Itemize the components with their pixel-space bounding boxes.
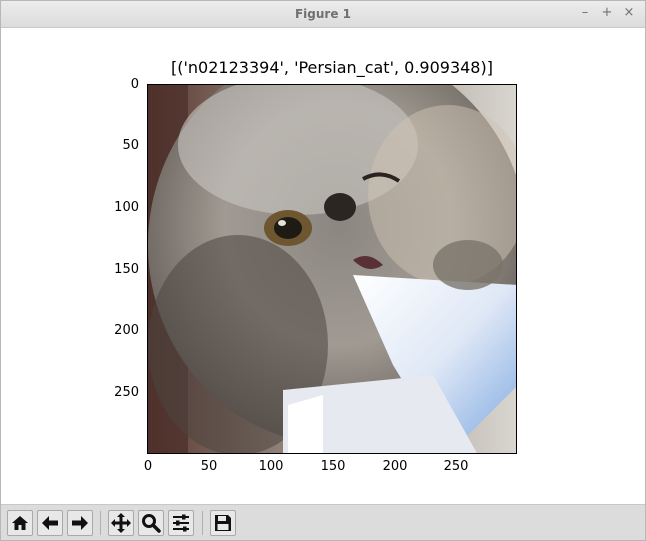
title-bar[interactable]: Figure 1 – + × (1, 1, 645, 28)
toolbar-separator (100, 511, 101, 535)
toolbar-separator (202, 511, 203, 535)
maximize-button[interactable]: + (599, 5, 615, 21)
magnifier-icon (142, 514, 161, 533)
image-axes[interactable] (147, 84, 517, 454)
configure-subplots-button[interactable] (168, 510, 194, 536)
cat-photo (148, 85, 516, 453)
x-tick-label: 0 (143, 459, 153, 474)
x-tick-label: 200 (382, 459, 408, 474)
y-tick-label: 100 (114, 200, 139, 215)
window-title: Figure 1 (294, 7, 352, 21)
arrow-right-icon (72, 516, 88, 530)
home-button[interactable] (7, 510, 33, 536)
save-button[interactable] (210, 510, 236, 536)
y-tick-label: 250 (114, 385, 139, 400)
sliders-icon (173, 514, 189, 532)
home-icon (12, 516, 28, 530)
y-tick-label: 0 (130, 77, 139, 92)
x-tick-label: 100 (258, 459, 284, 474)
figure-window: Figure 1 – + × [('n02123394', 'Persian_c… (0, 0, 646, 541)
move-icon (111, 513, 131, 533)
navigation-toolbar (1, 504, 645, 540)
x-tick-label: 50 (200, 459, 218, 474)
figure-canvas[interactable]: [('n02123394', 'Persian_cat', 0.909348)] (1, 28, 645, 504)
forward-button[interactable] (67, 510, 93, 536)
minimize-button[interactable]: – (577, 5, 593, 21)
plot-title: [('n02123394', 'Persian_cat', 0.909348)] (171, 58, 493, 77)
arrow-left-icon (42, 516, 58, 530)
y-tick-label: 150 (114, 262, 139, 277)
back-button[interactable] (37, 510, 63, 536)
y-tick-label: 50 (122, 138, 139, 153)
x-tick-label: 150 (320, 459, 346, 474)
x-tick-label: 250 (443, 459, 469, 474)
zoom-button[interactable] (138, 510, 164, 536)
y-tick-label: 200 (114, 323, 139, 338)
floppy-disk-icon (215, 515, 231, 531)
close-button[interactable]: × (621, 5, 637, 21)
pan-button[interactable] (108, 510, 134, 536)
